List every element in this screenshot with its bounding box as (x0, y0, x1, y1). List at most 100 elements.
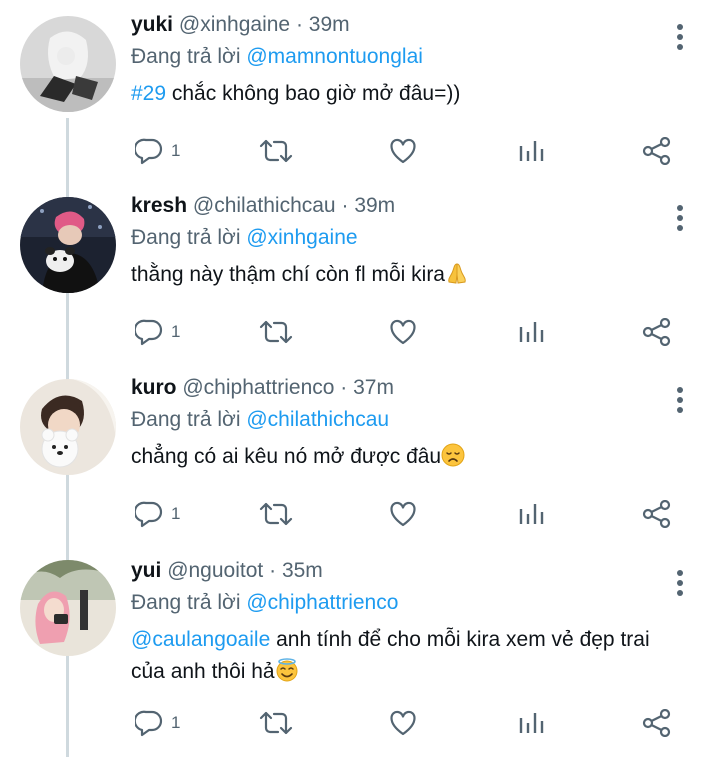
user-name[interactable]: yuki (131, 13, 173, 36)
retweet-icon (259, 709, 293, 737)
like-button[interactable] (388, 134, 418, 168)
user-name[interactable]: yui (131, 559, 161, 582)
reply-context: Đang trả lời @chiphattrienco (131, 588, 660, 618)
avatar[interactable] (20, 379, 116, 475)
reply-to-link[interactable]: @chilathichcau (246, 408, 389, 431)
tweet-actions: 1 (131, 134, 691, 168)
retweet-button[interactable] (259, 315, 293, 349)
reply-prefix: Đang trả lời (131, 591, 241, 614)
reply-button[interactable]: 1 (135, 134, 180, 168)
tweet[interactable]: yui @nguoitot · 35m Đang trả lời @chipha… (0, 556, 720, 757)
avatar[interactable] (20, 197, 116, 293)
reply-prefix: Đang trả lời (131, 408, 241, 431)
reply-count: 1 (171, 141, 181, 160)
tweet[interactable]: kuro @chiphattrienco · 37m Đang trả lời … (0, 373, 720, 553)
heart-icon (388, 709, 418, 737)
avatar[interactable] (20, 16, 116, 112)
reply-icon (135, 318, 163, 346)
share-icon (642, 318, 672, 346)
analytics-button[interactable] (517, 706, 545, 740)
more-options-icon[interactable] (668, 203, 692, 233)
heart-icon (388, 318, 418, 346)
user-handle[interactable]: @nguoitot (167, 559, 263, 582)
reply-to-link[interactable]: @xinhgaine (246, 226, 357, 249)
analytics-icon (517, 500, 545, 528)
tweet-text: thằng này thậm chí còn fl mỗi kira (131, 259, 660, 291)
user-handle[interactable]: @xinhgaine (179, 13, 290, 36)
smiling-face-with-halo-emoji (275, 658, 299, 682)
reply-icon (135, 500, 163, 528)
user-name[interactable]: kresh (131, 194, 187, 217)
heart-icon (388, 500, 418, 528)
reply-count: 1 (171, 322, 181, 341)
share-button[interactable] (642, 134, 672, 168)
reply-to-link[interactable]: @mamnontuonglai (246, 45, 423, 68)
tweet-actions: 1 (131, 315, 691, 349)
more-options-icon[interactable] (668, 568, 692, 598)
reply-prefix: Đang trả lời (131, 226, 241, 249)
tweet-text-body: thằng này thậm chí còn fl mỗi kira (131, 263, 445, 286)
retweet-icon (259, 137, 293, 165)
reply-count: 1 (171, 504, 181, 523)
reply-icon (135, 709, 163, 737)
like-button[interactable] (388, 315, 418, 349)
share-button[interactable] (642, 497, 672, 531)
retweet-button[interactable] (259, 134, 293, 168)
tweet[interactable]: yuki @xinhgaine · 39m Đang trả lời @mamn… (0, 10, 720, 190)
like-button[interactable] (388, 706, 418, 740)
reply-context: Đang trả lời @chilathichcau (131, 405, 660, 435)
reply-button[interactable]: 1 (135, 315, 180, 349)
separator: · (269, 559, 277, 582)
analytics-icon (517, 318, 545, 346)
reply-to-link[interactable]: @chiphattrienco (246, 591, 398, 614)
timestamp[interactable]: 35m (282, 559, 323, 582)
separator: · (340, 376, 348, 399)
reply-icon (135, 137, 163, 165)
tweet-text: chẳng có ai kêu nó mở được đâu (131, 441, 660, 473)
retweet-button[interactable] (259, 706, 293, 740)
avatar[interactable] (20, 560, 116, 656)
share-button[interactable] (642, 706, 672, 740)
reply-button[interactable]: 1 (135, 706, 180, 740)
tweet-text-body: chắc không bao giờ mở đâu=)) (166, 82, 461, 105)
tweet[interactable]: kresh @chilathichcau · 39m Đang trả lời … (0, 191, 720, 371)
reply-count: 1 (171, 713, 181, 732)
mention-link[interactable]: @caulangoaile (131, 628, 270, 651)
tweet-text: #29 chắc không bao giờ mở đâu=)) (131, 78, 660, 110)
reply-prefix: Đang trả lời (131, 45, 241, 68)
share-icon (642, 137, 672, 165)
reply-context: Đang trả lời @mamnontuonglai (131, 42, 660, 72)
retweet-button[interactable] (259, 497, 293, 531)
analytics-icon (517, 709, 545, 737)
tweet-actions: 1 (131, 497, 691, 531)
analytics-icon (517, 137, 545, 165)
analytics-button[interactable] (517, 497, 545, 531)
reply-context: Đang trả lời @xinhgaine (131, 223, 660, 253)
tweet-actions: 1 (131, 706, 691, 740)
share-icon (642, 709, 672, 737)
user-handle[interactable]: @chilathichcau (193, 194, 336, 217)
more-options-icon[interactable] (668, 22, 692, 52)
like-button[interactable] (388, 497, 418, 531)
analytics-button[interactable] (517, 315, 545, 349)
timestamp[interactable]: 37m (353, 376, 394, 399)
separator: · (295, 13, 303, 36)
timestamp[interactable]: 39m (354, 194, 395, 217)
retweet-icon (259, 318, 293, 346)
tweet-text: @caulangoaile anh tính để cho mỗi kira x… (131, 624, 660, 688)
hashtag-link[interactable]: #29 (131, 82, 166, 105)
heart-icon (388, 137, 418, 165)
reply-button[interactable]: 1 (135, 497, 180, 531)
separator: · (341, 194, 349, 217)
retweet-icon (259, 500, 293, 528)
folded-hands-emoji (445, 261, 469, 285)
share-icon (642, 500, 672, 528)
share-button[interactable] (642, 315, 672, 349)
tweet-text-body: chẳng có ai kêu nó mở được đâu (131, 445, 442, 468)
user-name[interactable]: kuro (131, 376, 177, 399)
more-options-icon[interactable] (668, 385, 692, 415)
user-handle[interactable]: @chiphattrienco (182, 376, 334, 399)
analytics-button[interactable] (517, 134, 545, 168)
disappointed-face-emoji (441, 443, 465, 467)
timestamp[interactable]: 39m (309, 13, 350, 36)
